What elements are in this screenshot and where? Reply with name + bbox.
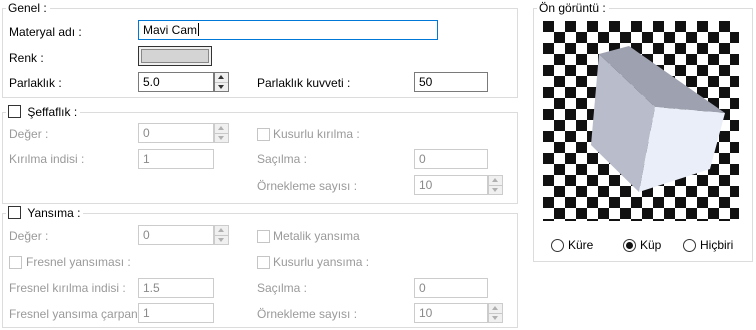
transparency-sample-count-value: 10 [419, 178, 433, 192]
radio-selected-dot [626, 242, 633, 249]
radio-cube-label: Küp [640, 238, 662, 252]
reflection-value: 0 [143, 228, 150, 242]
arrow-up-icon [218, 75, 224, 79]
color-label: Renk : [9, 51, 44, 65]
reflection-value-label: Değer : [9, 229, 49, 243]
fresnel-index-input[interactable]: 1.5 [138, 278, 214, 298]
transparency-sample-count-label: Örnekleme sayısı : [257, 179, 358, 193]
radio-cube[interactable] [623, 239, 636, 252]
imperfect-reflection-label: Kusurlu yansıma : [273, 255, 370, 269]
reflection-sample-count-value: 10 [419, 306, 433, 320]
fresnel-index-label: Fresnel kırılma indisi : [9, 281, 126, 295]
transparency-value: 0 [143, 126, 150, 140]
spin-down-button[interactable] [489, 313, 502, 322]
transparency-sample-count-input[interactable]: 10 [414, 175, 488, 195]
text-caret [198, 23, 200, 36]
arrow-down-icon [218, 85, 224, 89]
transparency-checkbox[interactable] [8, 105, 21, 118]
preview-canvas [543, 21, 739, 221]
fresnel-reflection-checkbox[interactable] [9, 256, 22, 269]
transparency-value-input[interactable]: 0 [138, 123, 214, 143]
radio-none[interactable] [683, 239, 696, 252]
refraction-index-input[interactable]: 1 [138, 149, 214, 169]
radio-sphere[interactable] [551, 239, 564, 252]
preview-legend: Ön görüntü : [537, 1, 609, 15]
fresnel-index-value: 1.5 [143, 281, 160, 295]
transparency-spinner[interactable] [214, 123, 229, 143]
radio-sphere-label: Küre [568, 238, 594, 252]
arrow-down-icon [492, 188, 498, 192]
brightness-input[interactable]: 5.0 [138, 72, 214, 92]
transparency-legend-wrap: Şeffaflık : [6, 105, 81, 119]
metallic-reflection-label: Metalik yansıma [273, 229, 360, 243]
reflection-spinner[interactable] [214, 225, 229, 245]
brightness-value: 5.0 [143, 75, 160, 89]
brightness-strength-label: Parlaklık kuvveti : [257, 76, 351, 90]
spin-down-button[interactable] [215, 82, 228, 91]
metallic-reflection-checkbox[interactable] [257, 230, 270, 243]
arrow-down-icon [218, 238, 224, 242]
brightness-strength-input[interactable]: 50 [414, 72, 488, 92]
transparency-sample-spinner[interactable] [488, 175, 503, 195]
brightness-spinner[interactable] [214, 72, 229, 92]
fresnel-multiplier-input[interactable]: 1 [138, 303, 214, 323]
spin-down-button[interactable] [215, 133, 228, 142]
color-swatch [141, 49, 209, 63]
imperfect-refraction-label: Kusurlu kırılma : [273, 127, 360, 141]
reflection-sample-spinner[interactable] [488, 303, 503, 323]
arrow-down-icon [492, 316, 498, 320]
arrow-up-icon [218, 126, 224, 130]
reflection-scatter-input[interactable]: 0 [414, 278, 488, 298]
transparency-scatter-input[interactable]: 0 [414, 149, 488, 169]
general-legend: Genel : [6, 1, 50, 15]
reflection-scatter-label: Saçılma : [257, 281, 308, 295]
brightness-strength-value: 50 [419, 75, 433, 89]
transparency-scatter-label: Saçılma : [257, 152, 308, 166]
reflection-legend: Yansıma : [27, 206, 81, 220]
fresnel-multiplier-value: 1 [143, 306, 150, 320]
transparency-value-label: Değer : [9, 127, 49, 141]
imperfect-reflection-checkbox[interactable] [257, 256, 270, 269]
fresnel-multiplier-label: Fresnel yansıma çarpanı : [9, 307, 148, 321]
reflection-value-input[interactable]: 0 [138, 225, 214, 245]
reflection-scatter-value: 0 [419, 281, 426, 295]
refraction-index-value: 1 [143, 152, 150, 166]
material-name-value: Mavi Cam [143, 23, 198, 37]
arrow-up-icon [218, 228, 224, 232]
color-picker-button[interactable] [138, 46, 212, 66]
material-name-label: Materyal adı : [9, 25, 82, 39]
transparency-scatter-value: 0 [419, 152, 426, 166]
arrow-up-icon [492, 306, 498, 310]
reflection-sample-count-label: Örnekleme sayısı : [257, 307, 358, 321]
arrow-down-icon [218, 136, 224, 140]
transparency-legend: Şeffaflık : [27, 105, 78, 119]
radio-none-label: Hiçbiri [700, 238, 734, 252]
imperfect-refraction-checkbox[interactable] [257, 128, 270, 141]
reflection-sample-count-input[interactable]: 10 [414, 303, 488, 323]
reflection-legend-wrap: Yansıma : [6, 206, 84, 220]
refraction-index-label: Kırılma indisi : [9, 152, 85, 166]
fresnel-reflection-label: Fresnel yansıması : [26, 255, 131, 269]
material-name-input[interactable]: Mavi Cam [138, 20, 438, 40]
brightness-label: Parlaklık : [9, 76, 62, 90]
spin-down-button[interactable] [215, 235, 228, 244]
reflection-checkbox[interactable] [8, 206, 21, 219]
spin-down-button[interactable] [489, 185, 502, 194]
arrow-up-icon [492, 178, 498, 182]
